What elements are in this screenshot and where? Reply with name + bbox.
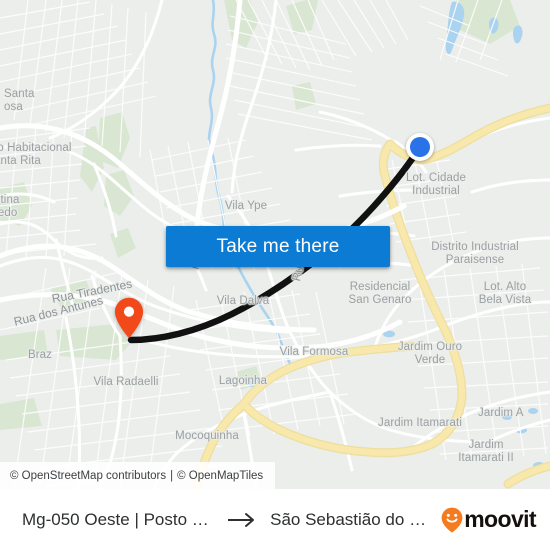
take-me-there-button[interactable]: Take me there	[166, 226, 390, 267]
route-origin-label: Mg-050 Oeste | Posto Do ...	[22, 509, 215, 529]
route-footer: Mg-050 Oeste | Posto Do ... São Sebastiã…	[0, 489, 550, 550]
route-destination-label: São Sebastião do Par...	[270, 509, 434, 529]
moovit-wordmark: moovit	[464, 506, 536, 532]
map-attribution: © OpenStreetMap contributors | © OpenMap…	[0, 462, 276, 489]
arrow-right-icon	[228, 512, 255, 527]
origin-marker[interactable]	[406, 133, 434, 161]
route-summary: Mg-050 Oeste | Posto Do ... São Sebastiã…	[22, 510, 433, 530]
moovit-logo[interactable]: moovit	[441, 506, 537, 533]
attribution-osm[interactable]: © OpenStreetMap contributors	[10, 470, 166, 482]
moovit-pin-icon	[441, 507, 463, 533]
attribution-openmaptiles[interactable]: © OpenMapTiles	[177, 470, 263, 482]
moovit-route-preview: Santa osa to Habitacional anta Rita ntin…	[0, 0, 550, 550]
map-canvas[interactable]: Santa osa to Habitacional anta Rita ntin…	[0, 0, 550, 489]
destination-pin[interactable]	[114, 297, 144, 339]
attribution-separator: |	[170, 469, 174, 482]
